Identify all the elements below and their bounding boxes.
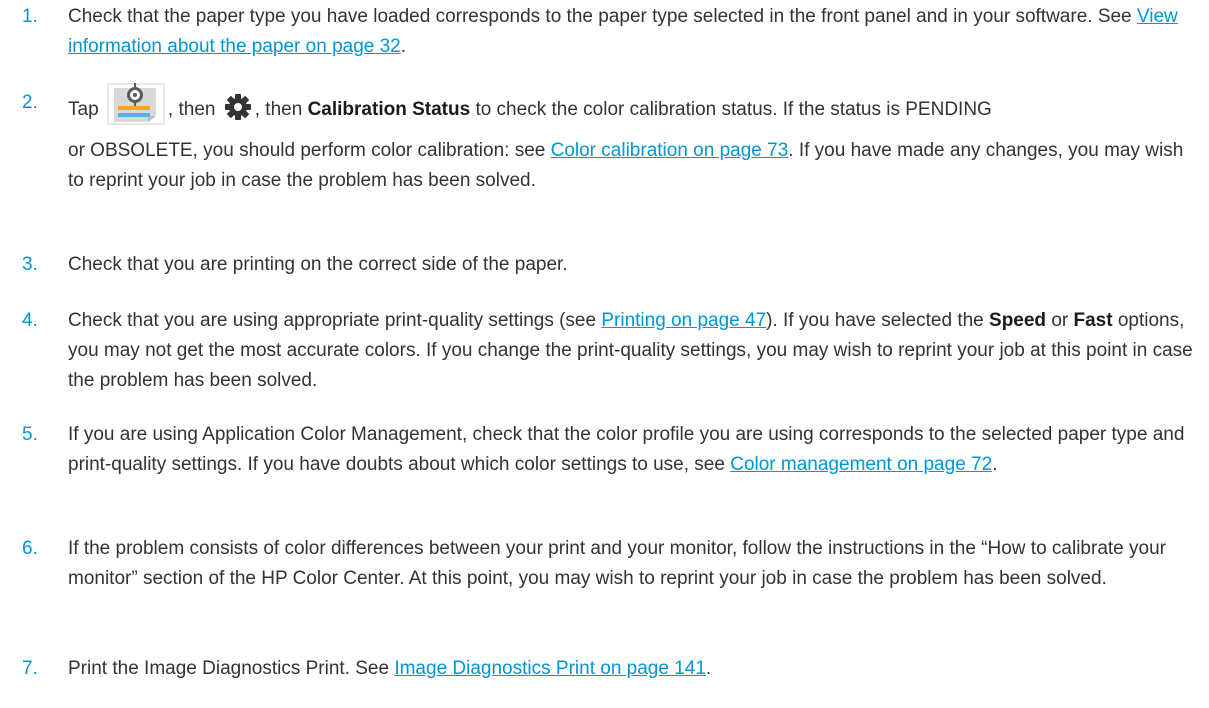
- step-number: 2.: [22, 92, 38, 113]
- step-text: Check that you are printing on the corre…: [68, 254, 568, 275]
- step-text: If you are using Application Color Manag…: [68, 424, 1185, 475]
- step-number: 5.: [22, 424, 38, 445]
- paper-calibration-icon[interactable]: [106, 82, 166, 126]
- gear-icon[interactable]: [224, 93, 252, 121]
- calibration-status-label: Calibration Status: [307, 99, 471, 121]
- step-number: 6.: [22, 538, 38, 559]
- link-color-management[interactable]: Color management on page 72: [730, 454, 992, 475]
- link-image-diagnostics[interactable]: Image Diagnostics Print on page 141: [394, 658, 706, 679]
- step-text-line1: Tap , then , then Calibration Status to …: [68, 83, 1195, 132]
- step-text: Check that the paper type you have loade…: [68, 6, 1178, 57]
- fast-option-label: Fast: [1073, 310, 1113, 331]
- step-text-continued: or OBSOLETE, you should perform color ca…: [68, 140, 1184, 191]
- step-number: 4.: [22, 310, 38, 331]
- step-text: Print the Image Diagnostics Print. See I…: [68, 658, 712, 679]
- step-number: 1.: [22, 6, 38, 27]
- link-printing[interactable]: Printing on page 47: [601, 310, 766, 331]
- step-number: 3.: [22, 254, 38, 275]
- speed-option-label: Speed: [989, 310, 1047, 331]
- link-color-calibration[interactable]: Color calibration on page 73: [551, 140, 789, 161]
- step-number: 7.: [22, 658, 38, 679]
- step-text: Check that you are using appropriate pri…: [68, 310, 1193, 391]
- step-text: If the problem consists of color differe…: [68, 538, 1166, 589]
